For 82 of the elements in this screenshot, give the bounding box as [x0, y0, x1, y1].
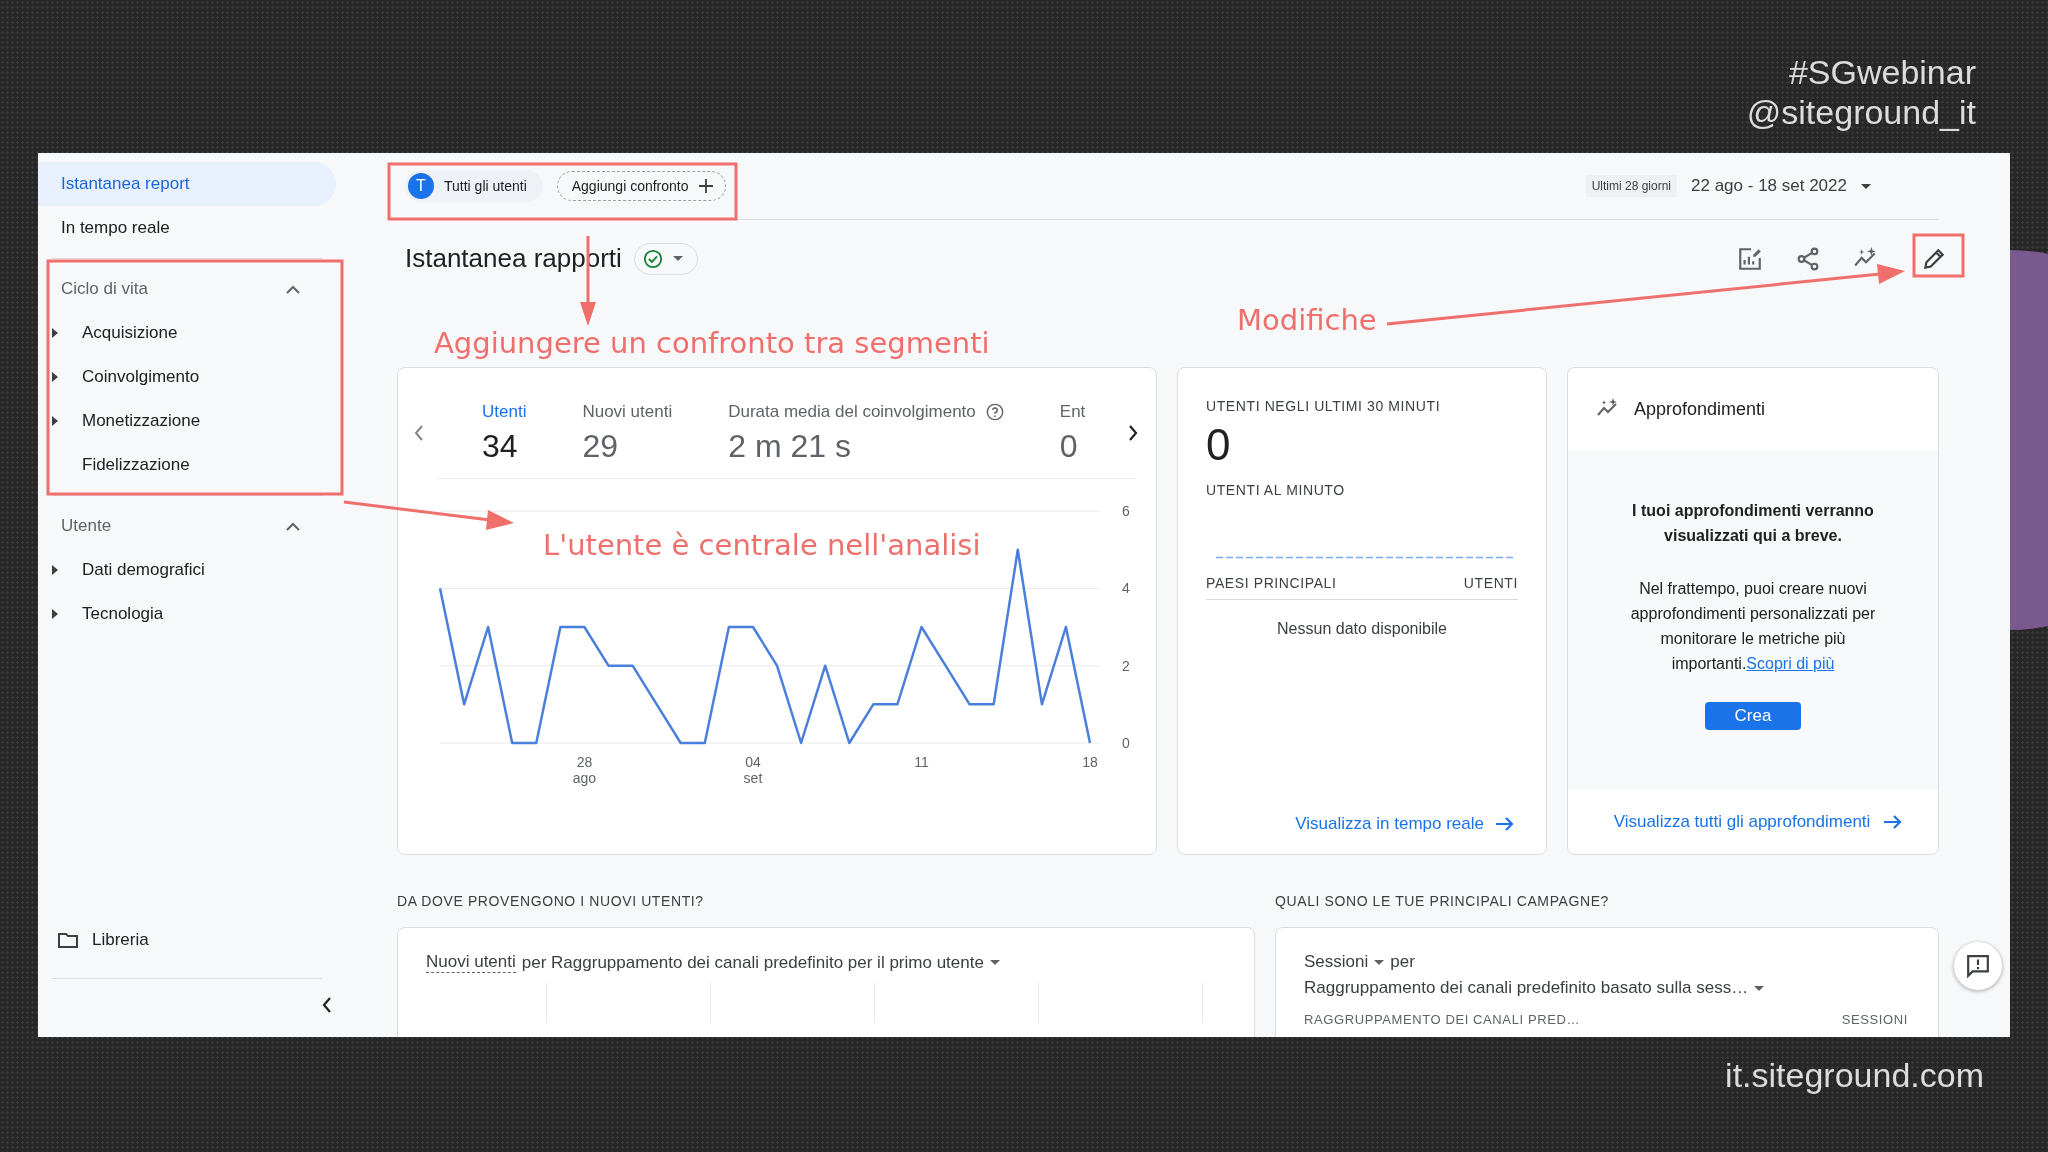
- expand-arrow-icon[interactable]: [52, 609, 58, 619]
- column-header: RAGGRUPPAMENTO DEI CANALI PRED…: [1304, 1012, 1580, 1027]
- axis-tick-label: 6: [1122, 503, 1130, 519]
- nav-item[interactable]: In tempo reale: [38, 206, 336, 250]
- card-subtitle: UTENTI AL MINUTO: [1206, 482, 1346, 498]
- column-header: UTENTI: [1463, 575, 1518, 591]
- social-handle: @siteground_it: [1746, 92, 1976, 132]
- column-header: PAESI PRINCIPALI: [1206, 575, 1337, 591]
- annotation-text: Modifiche: [1237, 303, 1377, 337]
- nav-item[interactable]: Libreria: [92, 930, 149, 950]
- chevron-icon[interactable]: [286, 284, 300, 294]
- axis-tick-label: 18: [1082, 754, 1098, 770]
- nav-item[interactable]: Monetizzazione: [82, 411, 201, 431]
- insights-link[interactable]: Visualizza tutti gli approfondimenti: [1613, 812, 1871, 832]
- segment-avatar: T: [408, 173, 434, 199]
- metric-tab[interactable]: Nuovi utenti 29: [582, 401, 673, 465]
- nav-item[interactable]: Fidelizzazione: [82, 455, 190, 475]
- expand-arrow-icon[interactable]: [52, 565, 58, 575]
- realtime-value: 0: [1206, 420, 1232, 470]
- section-title: Ciclo di vita: [61, 279, 148, 299]
- plus-icon: [698, 179, 713, 193]
- column-header: SESSIONI: [1841, 1012, 1908, 1027]
- section-heading: DA DOVE PROVENGONO I NUOVI UTENTI?: [397, 893, 705, 911]
- section-title: Utente: [61, 516, 112, 536]
- expand-arrow-icon[interactable]: [52, 328, 58, 338]
- insights-headline: I tuoi approfondimenti verranno visualizzati qui a breve.: [1631, 501, 1875, 546]
- realtime-link[interactable]: Visualizza in tempo reale: [1295, 814, 1484, 834]
- share-icon[interactable]: [1795, 245, 1821, 272]
- section-heading: QUALI SONO LE TUE PRINCIPALI CAMPAGNE?: [1275, 893, 1610, 911]
- caret-icon: [672, 256, 683, 261]
- axis-tick-label: 2: [1122, 657, 1130, 674]
- annotation-text: Aggiungere un confronto tra segmenti: [434, 326, 990, 360]
- caret-icon[interactable]: [1754, 985, 1765, 991]
- nav-item[interactable]: Dati demografici: [82, 560, 205, 580]
- status-chip[interactable]: [633, 242, 698, 275]
- previous-icon[interactable]: [414, 425, 424, 441]
- caret-icon[interactable]: [1374, 959, 1385, 965]
- nav-item[interactable]: Tecnologia: [82, 604, 164, 624]
- caret-icon[interactable]: [989, 960, 1000, 965]
- connector-label: per: [1390, 952, 1415, 972]
- axis-tick-label: 4: [1122, 580, 1130, 597]
- nav-item[interactable]: Coinvolgimento: [82, 367, 200, 387]
- axis-tick-label: 0: [1122, 735, 1130, 751]
- date-range-label: Ultimi 28 giorni: [1585, 175, 1678, 197]
- arrow-right-icon[interactable]: [1496, 817, 1514, 831]
- card-title: UTENTI NEGLI ULTIMI 30 MINUTI: [1206, 398, 1442, 414]
- metric-selector[interactable]: Nuovi utenti: [426, 952, 516, 973]
- learn-more-link[interactable]: Scopri di più: [1746, 655, 1835, 672]
- caret-icon[interactable]: [1861, 183, 1871, 189]
- segment-chip[interactable]: T Tutti gli utenti: [405, 170, 543, 202]
- insights-text: Nel frattempo, puoi creare nuovi approfondimenti personalizzati per monitorare le metriche più importanti.Scopri di più: [1629, 579, 1877, 674]
- segment-label: Tutti gli utenti: [444, 178, 527, 194]
- axis-tick-label: 11: [914, 754, 929, 770]
- chevron-icon[interactable]: [286, 521, 300, 531]
- customize-report-icon[interactable]: [1737, 245, 1763, 272]
- expand-arrow-icon[interactable]: [52, 372, 58, 382]
- annotation-text: L'utente è centrale nell'analisi: [543, 528, 981, 562]
- card-title: Approfondimenti: [1634, 398, 1766, 420]
- create-button[interactable]: Crea: [1704, 702, 1802, 730]
- date-range-picker[interactable]: 22 ago - 18 set 2022: [1691, 176, 1847, 196]
- axis-tick-label: 28 ago: [572, 754, 597, 786]
- hashtag: #SGwebinar: [1788, 52, 1976, 92]
- website-url: it.siteground.com: [1725, 1056, 1984, 1095]
- metric-tab[interactable]: Ent 0: [1059, 401, 1086, 465]
- check-circle-icon: [642, 248, 663, 269]
- dimension-label: per Raggruppamento dei canali predefinito per il primo utente: [521, 952, 984, 973]
- nav-item[interactable]: Acquisizione: [82, 323, 178, 343]
- next-icon[interactable]: [1128, 425, 1138, 441]
- folder-icon: [58, 932, 78, 948]
- highlight-box: [1912, 233, 1965, 278]
- nav-item[interactable]: Istantanea report: [38, 162, 336, 206]
- help-icon[interactable]: [985, 402, 1004, 421]
- metric-tab[interactable]: Utenti 34: [482, 401, 527, 465]
- feedback-icon: [1966, 954, 1990, 978]
- axis-tick-label: 04 set: [743, 754, 763, 786]
- empty-message: Nessun dato disponibile: [1276, 620, 1448, 638]
- metric-tab[interactable]: Durata media del coinvolgimento 2 m 21 s: [728, 401, 1004, 465]
- dimension-selector[interactable]: Raggruppamento dei canali predefinito basato sulla sess…: [1304, 978, 1749, 998]
- metric-selector[interactable]: Sessioni: [1304, 952, 1369, 972]
- collapse-icon[interactable]: [322, 997, 332, 1013]
- expand-arrow-icon[interactable]: [52, 416, 58, 426]
- arrow-right-icon[interactable]: [1884, 815, 1903, 829]
